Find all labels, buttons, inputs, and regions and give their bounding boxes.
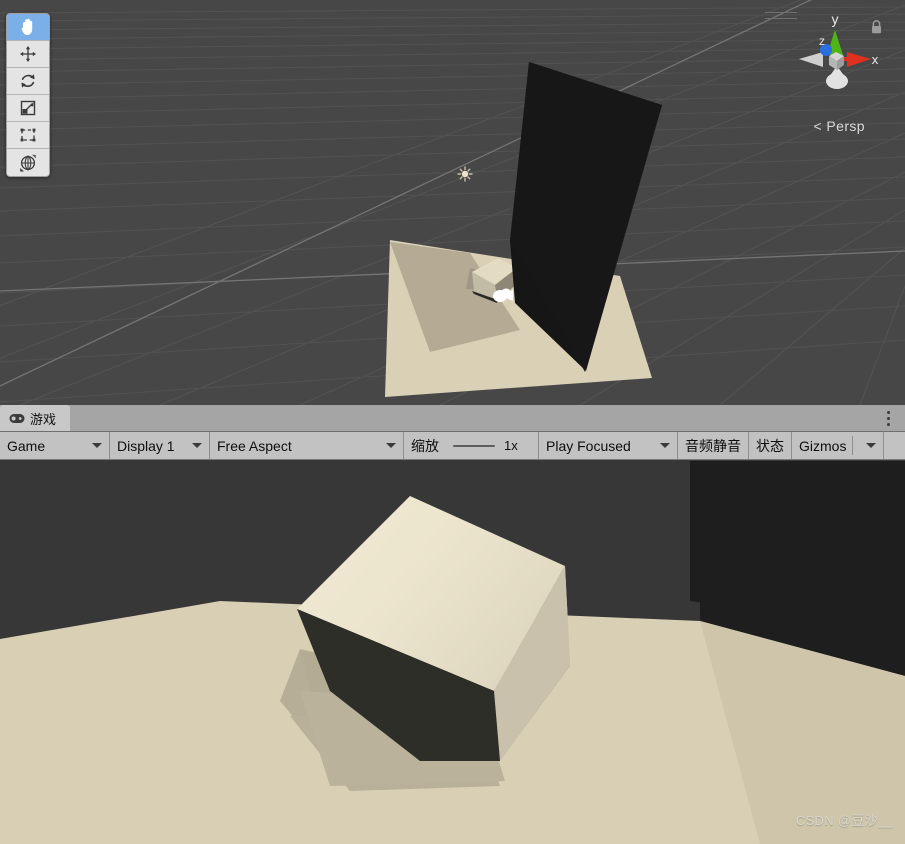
play-mode-label: Play Focused bbox=[546, 437, 631, 454]
tool-rect-transform[interactable] bbox=[7, 122, 49, 149]
tab-game[interactable]: 游戏 bbox=[0, 405, 71, 431]
chevron-down-icon bbox=[92, 443, 102, 448]
transform-icon bbox=[20, 154, 36, 171]
game-panel: 游戏 Game Display 1 Free Aspect 缩放 1x Play… bbox=[0, 405, 905, 844]
scale-icon bbox=[20, 100, 36, 116]
scene-tools-panel[interactable] bbox=[6, 13, 50, 177]
tool-hand[interactable] bbox=[7, 14, 49, 41]
scene-orientation-gizmo[interactable]: y z x bbox=[789, 8, 881, 108]
stats-label: 状态 bbox=[756, 437, 784, 454]
move-arrows-icon bbox=[20, 46, 36, 62]
gizmo-projection-label[interactable]: < Persp bbox=[814, 118, 865, 134]
chevron-down-icon bbox=[660, 443, 670, 448]
gizmo-label-y: y bbox=[832, 11, 839, 27]
tool-transform[interactable] bbox=[7, 149, 49, 176]
panel-options-icon[interactable] bbox=[881, 409, 895, 427]
play-mode-dropdown[interactable]: Play Focused bbox=[539, 432, 678, 459]
rotate-icon bbox=[21, 74, 35, 88]
gizmos-dropdown[interactable]: Gizmos bbox=[792, 432, 885, 459]
game-view-toolbar: Game Display 1 Free Aspect 缩放 1x Play Fo… bbox=[0, 432, 905, 460]
scene-3d-content bbox=[385, 62, 662, 397]
tool-move[interactable] bbox=[7, 41, 49, 68]
chevron-down-icon bbox=[192, 443, 202, 448]
mute-audio-label: 音频静音 bbox=[685, 437, 741, 454]
panel-tab-strip: 游戏 bbox=[0, 405, 905, 432]
gizmos-label: Gizmos bbox=[799, 437, 847, 454]
gamepad-icon bbox=[9, 413, 25, 423]
gizmo-axis-neg-x[interactable] bbox=[799, 52, 823, 67]
scene-view-panel[interactable]: y z x < Persp bbox=[0, 0, 905, 405]
tool-scale[interactable] bbox=[7, 95, 49, 122]
display-dropdown-label: Display 1 bbox=[117, 437, 175, 454]
aspect-ratio-dropdown[interactable]: Free Aspect bbox=[210, 432, 404, 459]
chevron-down-icon bbox=[386, 443, 396, 448]
stats-button[interactable]: 状态 bbox=[749, 432, 792, 459]
hand-icon bbox=[21, 18, 33, 36]
mute-audio-button[interactable]: 音频静音 bbox=[678, 432, 749, 459]
gizmos-separator bbox=[852, 436, 854, 455]
chevron-down-icon bbox=[866, 443, 877, 448]
unity-editor-window: y z x < Persp 游戏 Game Display 1 Free Asp… bbox=[0, 0, 905, 844]
display-dropdown[interactable]: Display 1 bbox=[110, 432, 210, 459]
gizmo-label-x: x bbox=[872, 52, 879, 67]
game-dropdown-label: Game bbox=[7, 437, 46, 454]
watermark: CSDN @豆沙__ bbox=[795, 813, 893, 828]
scale-slider-track[interactable] bbox=[453, 444, 495, 447]
game-dropdown[interactable]: Game bbox=[0, 432, 110, 459]
tab-game-label: 游戏 bbox=[30, 411, 57, 427]
scale-value: 1x bbox=[504, 438, 518, 453]
scale-label: 缩放 bbox=[411, 437, 439, 454]
aspect-ratio-label: Free Aspect bbox=[217, 437, 292, 454]
gizmo-label-z: z bbox=[819, 34, 825, 48]
game-cube bbox=[290, 496, 570, 791]
tool-rotate[interactable] bbox=[7, 68, 49, 95]
rect-transform-icon bbox=[20, 128, 36, 142]
scale-slider-control[interactable]: 缩放 1x bbox=[404, 432, 539, 459]
game-render-view[interactable]: CSDN @豆沙__ bbox=[0, 461, 905, 844]
directional-light-gizmo-icon bbox=[457, 166, 473, 182]
